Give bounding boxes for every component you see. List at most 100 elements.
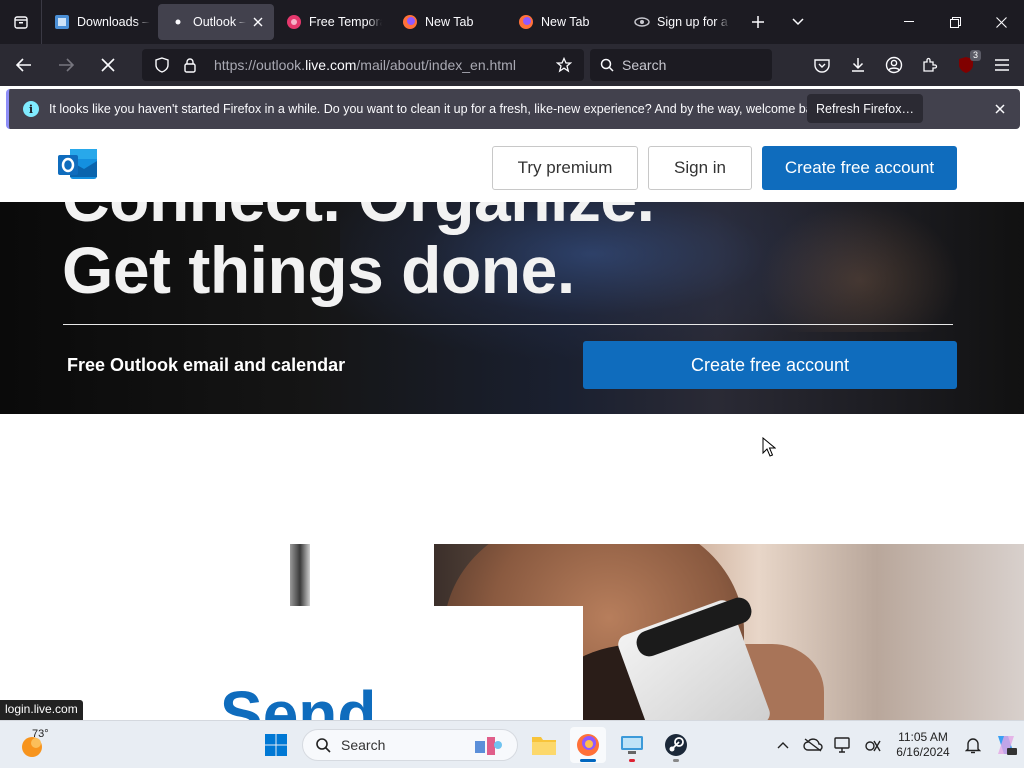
cloud-offline-icon	[803, 738, 823, 752]
forward-button[interactable]	[48, 47, 84, 83]
tab-new-tab-1[interactable]: New Tab	[390, 4, 506, 40]
tab-strip: Downloads – F Outlook – fr Free Temporar…	[0, 0, 1024, 44]
header-create-account-button[interactable]: Create free account	[762, 146, 957, 190]
system-clock[interactable]: 11:05 AM 6/16/2024	[888, 730, 958, 760]
taskbar-search-label: Search	[341, 737, 386, 753]
try-premium-button[interactable]: Try premium	[492, 146, 638, 190]
monitor-app-icon	[621, 736, 643, 754]
minimize-button[interactable]	[886, 0, 932, 44]
notification-close-icon[interactable]	[992, 101, 1008, 117]
url-bar[interactable]: https://outlook.live.com/mail/about/inde…	[142, 49, 584, 81]
hero-banner: Connect. Organize. Get things done. Free…	[0, 202, 1024, 414]
close-window-button[interactable]	[978, 0, 1024, 44]
running-indicator	[673, 759, 679, 762]
link-status-bar: login.live.com	[0, 700, 83, 720]
app-menu-button[interactable]	[984, 47, 1020, 83]
steam-icon	[665, 734, 687, 756]
account-icon	[885, 56, 903, 74]
hero-headline: Get things done.	[62, 233, 575, 307]
close-icon	[995, 16, 1007, 28]
search-bar-placeholder: Search	[622, 57, 667, 73]
extensions-button[interactable]	[912, 47, 948, 83]
start-button[interactable]	[258, 727, 294, 763]
back-button[interactable]	[6, 47, 42, 83]
toolbar-buttons: 3	[804, 44, 1020, 86]
new-tab-button[interactable]	[738, 0, 778, 44]
account-button[interactable]	[876, 47, 912, 83]
tab-temp-mail[interactable]: Free Temporar	[274, 4, 390, 40]
loading-dot-icon	[170, 14, 186, 30]
decorative-strip	[290, 544, 310, 606]
content-spacer	[0, 414, 1024, 544]
system-tray: 11:05 AM 6/16/2024	[768, 721, 1024, 768]
network-tray-icon[interactable]	[858, 727, 888, 763]
site-header: Try premium Sign in Create free account	[0, 132, 1024, 202]
tab-new-tab-2[interactable]: New Tab	[506, 4, 622, 40]
refresh-firefox-button[interactable]: Refresh Firefox…	[807, 94, 923, 123]
downloads-button[interactable]	[840, 47, 876, 83]
refresh-firefox-notification: i It looks like you haven't started Fire…	[6, 89, 1020, 129]
tab-outlook[interactable]: Outlook – fr	[158, 4, 274, 40]
search-icon	[316, 738, 331, 753]
copilot-icon	[998, 736, 1017, 755]
tab-title: Sign up for a F	[657, 15, 730, 29]
weather-widget[interactable]: 73°	[20, 728, 60, 761]
search-highlight-icon	[475, 737, 502, 755]
tab-title: New Tab	[541, 15, 590, 29]
section-heading-partial: Send	[220, 678, 377, 720]
tracking-protection-shield-icon[interactable]	[150, 53, 174, 77]
restore-button[interactable]	[932, 0, 978, 44]
url-text[interactable]: https://outlook.live.com/mail/about/inde…	[214, 57, 516, 73]
remote-desktop-taskbar-button[interactable]	[614, 727, 650, 763]
arrow-right-icon	[59, 58, 74, 72]
hero-headline-top: Connect. Organize.	[62, 202, 655, 236]
steam-taskbar-button[interactable]	[658, 727, 694, 763]
temp-mail-favicon-icon	[286, 14, 302, 30]
tab-close-icon[interactable]	[250, 14, 266, 30]
search-bar[interactable]: Search	[590, 49, 772, 81]
navigation-toolbar: https://outlook.live.com/mail/about/inde…	[0, 44, 1024, 86]
restore-icon	[949, 16, 961, 28]
hero-subheading: Free Outlook email and calendar	[67, 355, 346, 375]
ublock-extension-button[interactable]: 3	[948, 47, 984, 83]
taskbar-search[interactable]: Search	[302, 729, 518, 761]
stop-button[interactable]	[90, 47, 126, 83]
display-icon	[834, 737, 850, 753]
web-page: Connect. Organize. Get things done. Free…	[0, 132, 1024, 720]
display-tray-icon[interactable]	[828, 727, 858, 763]
extensions-badge: 3	[969, 50, 981, 61]
url-domain: live.com	[305, 57, 357, 73]
outlook-logo-icon[interactable]	[58, 147, 98, 181]
tab-signup[interactable]: Sign up for a F	[622, 4, 738, 40]
pocket-button[interactable]	[804, 47, 840, 83]
weather-temperature: 73°	[32, 728, 49, 740]
hero-divider	[63, 324, 953, 325]
firefox-view-button[interactable]	[0, 0, 42, 44]
search-icon	[600, 58, 614, 72]
active-indicator	[580, 759, 596, 762]
clock-time: 11:05 AM	[898, 730, 948, 744]
mouse-cursor-icon	[762, 437, 776, 457]
onedrive-tray-icon[interactable]	[798, 727, 828, 763]
signup-favicon-icon	[634, 14, 650, 30]
notifications-button[interactable]	[958, 727, 988, 763]
copilot-button[interactable]	[988, 727, 1024, 763]
url-path: /mail/about/index_en.html	[356, 57, 516, 73]
tab-title: Outlook – fr	[193, 15, 246, 29]
firefox-taskbar-button[interactable]	[570, 727, 606, 763]
tab-downloads[interactable]: Downloads – F	[42, 4, 158, 40]
window-controls	[886, 0, 1024, 44]
running-indicator	[629, 759, 635, 762]
list-all-tabs-button[interactable]	[778, 0, 818, 44]
sign-in-button[interactable]: Sign in	[648, 146, 752, 190]
bookmark-star-icon[interactable]	[552, 53, 576, 77]
file-explorer-button[interactable]	[526, 727, 562, 763]
pocket-icon	[814, 58, 830, 73]
tab-title: Downloads – F	[77, 15, 150, 29]
show-hidden-icons-button[interactable]	[768, 727, 798, 763]
puzzle-icon	[923, 57, 938, 72]
downloads-favicon-icon	[54, 14, 70, 30]
hero-create-account-button[interactable]: Create free account	[583, 341, 957, 389]
lock-icon[interactable]	[178, 53, 202, 77]
tab-title: Free Temporar	[309, 15, 382, 29]
